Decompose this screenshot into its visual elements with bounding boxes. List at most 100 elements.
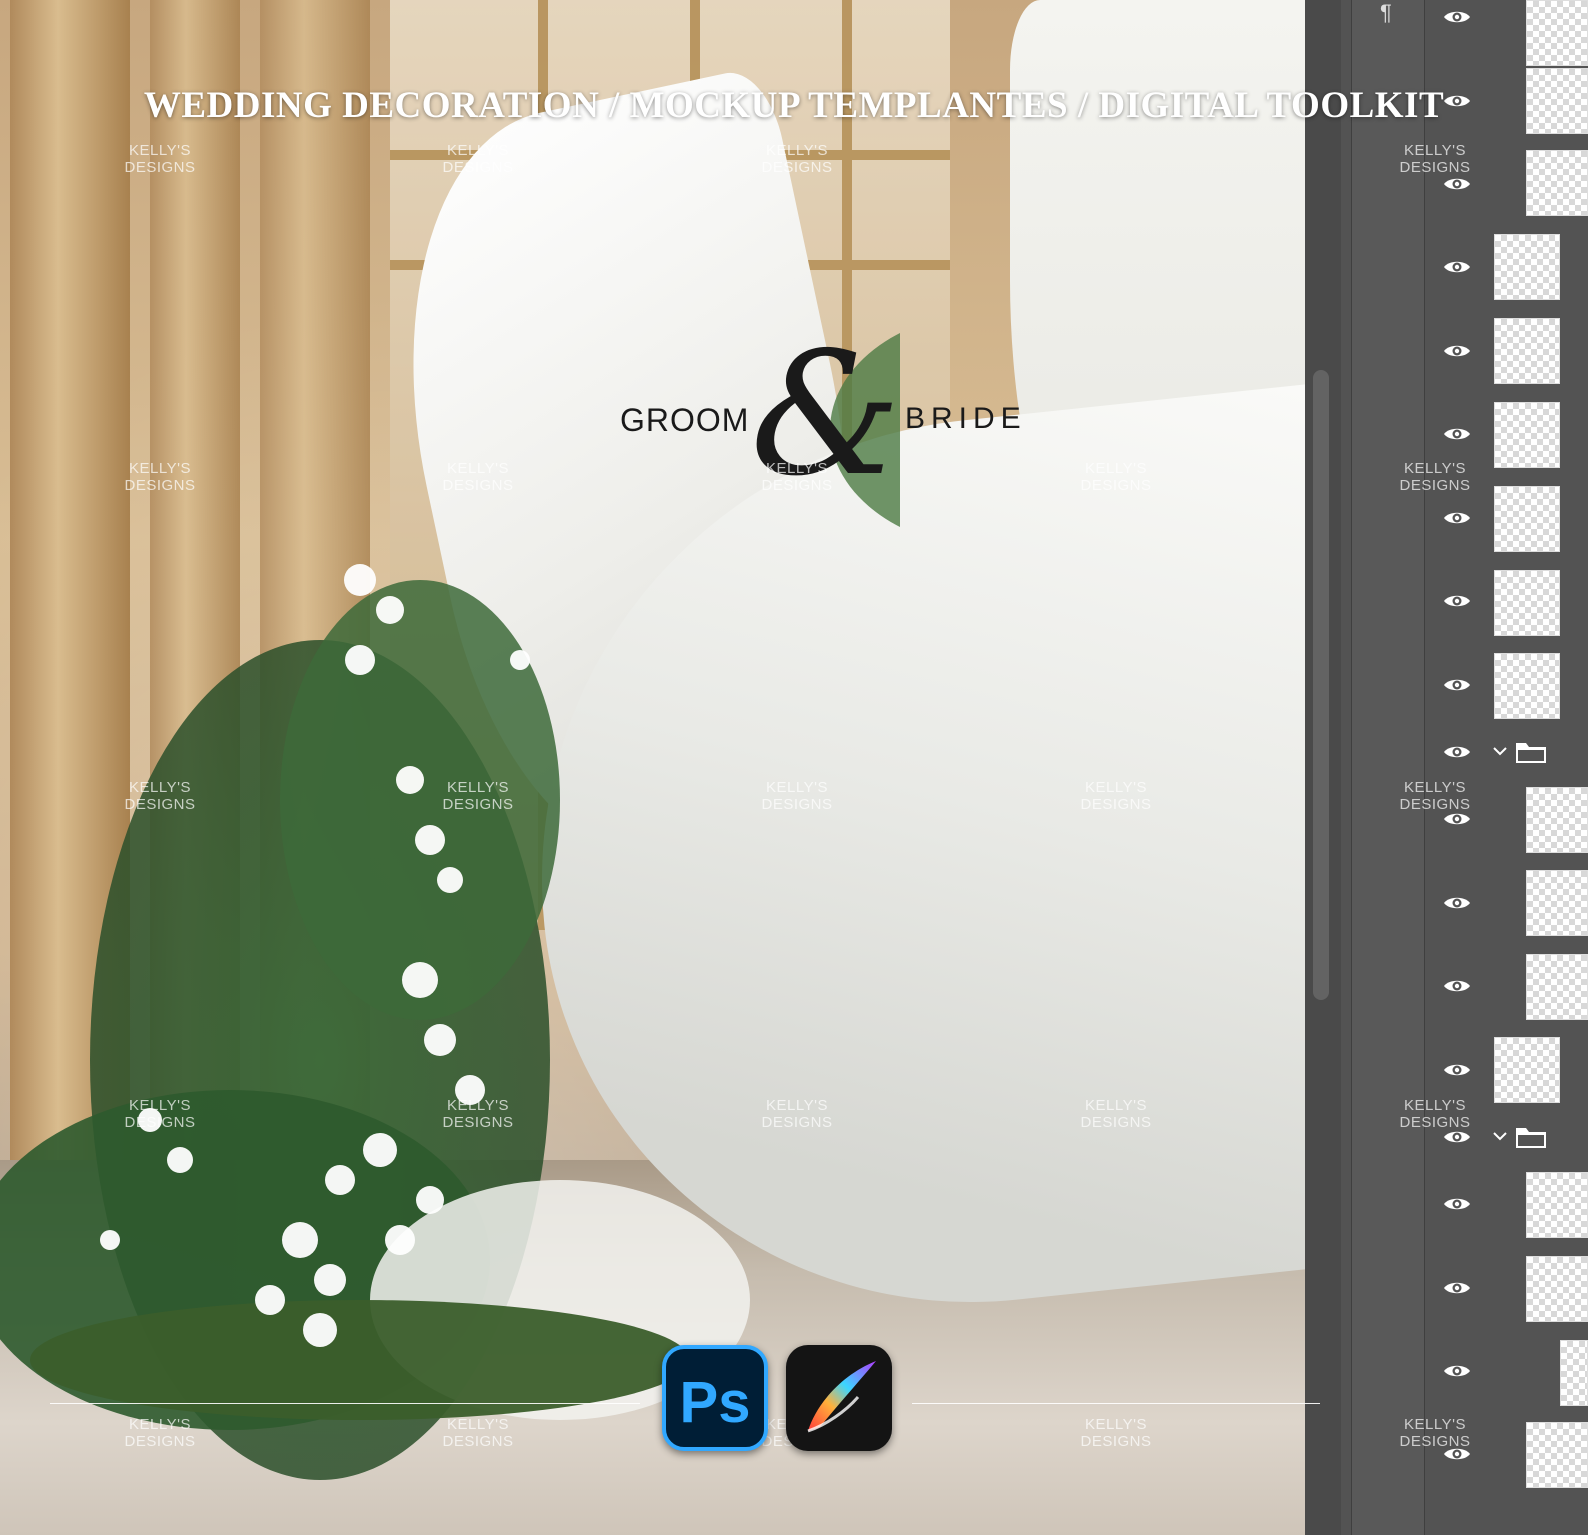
watermark-line2: DESIGNS bbox=[1399, 159, 1471, 176]
layer-visibility-eye-icon[interactable] bbox=[1443, 259, 1471, 275]
layer-visibility-eye-icon[interactable] bbox=[1443, 426, 1471, 442]
layer-thumbnail[interactable] bbox=[1526, 787, 1588, 853]
watermark: KELLY'SDESIGNS bbox=[438, 460, 518, 494]
watermark-line2: DESIGNS bbox=[124, 477, 196, 494]
logo-groom-text: GROOM bbox=[620, 402, 750, 438]
watermark-line1: KELLY'S bbox=[766, 460, 828, 477]
watermark-line1: KELLY'S bbox=[766, 779, 828, 796]
watermark-line2: DESIGNS bbox=[442, 796, 514, 813]
watermark-line2: DESIGNS bbox=[1399, 796, 1471, 813]
layer-visibility-eye-icon[interactable] bbox=[1443, 176, 1471, 192]
watermark-line1: KELLY'S bbox=[1085, 460, 1147, 477]
layer-visibility-eye-icon[interactable] bbox=[1443, 1129, 1471, 1145]
layer-thumbnail[interactable] bbox=[1494, 402, 1560, 468]
layer-visibility-eye-icon[interactable] bbox=[1443, 811, 1471, 827]
layer-visibility-eye-icon[interactable] bbox=[1443, 895, 1471, 911]
layer-visibility-eye-icon[interactable] bbox=[1443, 593, 1471, 609]
watermark: KELLY'SDESIGNS bbox=[1076, 1416, 1156, 1450]
watermark-line1: KELLY'S bbox=[129, 1097, 191, 1114]
watermark-line1: KELLY'S bbox=[766, 1097, 828, 1114]
watermark-line1: KELLY'S bbox=[1085, 1416, 1147, 1433]
layer-thumbnail[interactable] bbox=[1494, 486, 1560, 552]
layer-thumbnail[interactable] bbox=[1526, 1422, 1588, 1488]
watermark-line1: KELLY'S bbox=[1404, 142, 1466, 159]
divider-right bbox=[912, 1403, 1320, 1404]
photoshop-icon-label: Ps bbox=[679, 1370, 751, 1435]
watermark: KELLY'SDESIGNS bbox=[1395, 779, 1475, 813]
watermark: KELLY'SDESIGNS bbox=[1395, 1416, 1475, 1450]
watermark-line2: DESIGNS bbox=[124, 1433, 196, 1450]
watermark-line2: DESIGNS bbox=[1080, 796, 1152, 813]
layer-thumbnail[interactable] bbox=[1494, 1037, 1560, 1103]
watermark: KELLY'SDESIGNS bbox=[120, 1097, 200, 1131]
watermark-line2: DESIGNS bbox=[1399, 477, 1471, 494]
watermark-line2: DESIGNS bbox=[1080, 477, 1152, 494]
layer-visibility-eye-icon[interactable] bbox=[1443, 978, 1471, 994]
watermark-line1: KELLY'S bbox=[1085, 779, 1147, 796]
canvas-scrollbar-thumb[interactable] bbox=[1313, 370, 1329, 1000]
watermark-line2: DESIGNS bbox=[761, 477, 833, 494]
layer-visibility-eye-icon[interactable] bbox=[1443, 9, 1471, 25]
layer-visibility-eye-icon[interactable] bbox=[1443, 1363, 1471, 1379]
layer-group-folder-icon[interactable] bbox=[1492, 739, 1550, 765]
watermark-line2: DESIGNS bbox=[761, 796, 833, 813]
watermark-line2: DESIGNS bbox=[442, 477, 514, 494]
watermark: KELLY'SDESIGNS bbox=[1395, 142, 1475, 176]
layer-thumbnail[interactable] bbox=[1526, 870, 1588, 936]
layer-visibility-eye-icon[interactable] bbox=[1443, 510, 1471, 526]
watermark-line1: KELLY'S bbox=[1404, 1416, 1466, 1433]
watermark-line2: DESIGNS bbox=[442, 1114, 514, 1131]
layer-thumbnail[interactable] bbox=[1526, 1172, 1588, 1238]
watermark-line1: KELLY'S bbox=[129, 142, 191, 159]
watermark: KELLY'SDESIGNS bbox=[438, 779, 518, 813]
layer-thumbnail[interactable] bbox=[1560, 1340, 1588, 1406]
watermark-line1: KELLY'S bbox=[447, 142, 509, 159]
layer-thumbnail[interactable] bbox=[1526, 150, 1588, 216]
layer-thumbnail[interactable] bbox=[1526, 1256, 1588, 1322]
divider-left bbox=[50, 1403, 640, 1404]
watermark: KELLY'SDESIGNS bbox=[438, 1416, 518, 1450]
layer-visibility-eye-icon[interactable] bbox=[1443, 1196, 1471, 1212]
watermark: KELLY'SDESIGNS bbox=[757, 779, 837, 813]
procreate-icon bbox=[786, 1345, 892, 1451]
layer-visibility-eye-icon[interactable] bbox=[1443, 677, 1471, 693]
layer-thumbnail[interactable] bbox=[1526, 0, 1588, 66]
layer-thumbnail[interactable] bbox=[1494, 570, 1560, 636]
watermark-line1: KELLY'S bbox=[447, 1097, 509, 1114]
canvas-scrollbar-track[interactable] bbox=[1305, 0, 1341, 1535]
watermark-line1: KELLY'S bbox=[447, 779, 509, 796]
watermark-line2: DESIGNS bbox=[1399, 1114, 1471, 1131]
groom-bride-logo: GROOM & BRIDE bbox=[620, 330, 1040, 540]
watermark: KELLY'SDESIGNS bbox=[1395, 1097, 1475, 1131]
watermark: KELLY'SDESIGNS bbox=[1076, 779, 1156, 813]
watermark-line2: DESIGNS bbox=[1399, 1433, 1471, 1450]
watermark-line1: KELLY'S bbox=[129, 460, 191, 477]
watermark-line1: KELLY'S bbox=[1404, 779, 1466, 796]
watermark-line1: KELLY'S bbox=[1404, 1097, 1466, 1114]
layer-visibility-eye-icon[interactable] bbox=[1443, 343, 1471, 359]
layer-visibility-eye-icon[interactable] bbox=[1443, 1280, 1471, 1296]
layer-thumbnail[interactable] bbox=[1494, 234, 1560, 300]
watermark-line2: DESIGNS bbox=[442, 159, 514, 176]
watermark-line1: KELLY'S bbox=[447, 1416, 509, 1433]
watermark: KELLY'SDESIGNS bbox=[120, 779, 200, 813]
page-title: WEDDING DECORATION / MOCKUP TEMPLANTES /… bbox=[143, 85, 1445, 126]
layer-visibility-eye-icon[interactable] bbox=[1443, 1062, 1471, 1078]
logo-bride-text: BRIDE bbox=[905, 402, 1027, 435]
procreate-brush-glyph bbox=[807, 1361, 876, 1433]
layer-visibility-eye-icon[interactable] bbox=[1443, 744, 1471, 760]
design-canvas[interactable]: GROOM & BRIDE Ps bbox=[0, 0, 1320, 1535]
watermark-line2: DESIGNS bbox=[124, 796, 196, 813]
watermark-line1: KELLY'S bbox=[1404, 460, 1466, 477]
layer-thumbnail[interactable] bbox=[1494, 653, 1560, 719]
watermark-line2: DESIGNS bbox=[761, 159, 833, 176]
watermark-line1: KELLY'S bbox=[129, 779, 191, 796]
watermark: KELLY'SDESIGNS bbox=[438, 1097, 518, 1131]
layer-thumbnail[interactable] bbox=[1526, 954, 1588, 1020]
paragraph-icon[interactable]: ¶ bbox=[1380, 0, 1392, 26]
watermark: KELLY'SDESIGNS bbox=[757, 142, 837, 176]
layer-thumbnail[interactable] bbox=[1494, 318, 1560, 384]
watermark-line2: DESIGNS bbox=[124, 159, 196, 176]
layer-group-folder-icon[interactable] bbox=[1492, 1124, 1550, 1150]
watermark-line2: DESIGNS bbox=[442, 1433, 514, 1450]
